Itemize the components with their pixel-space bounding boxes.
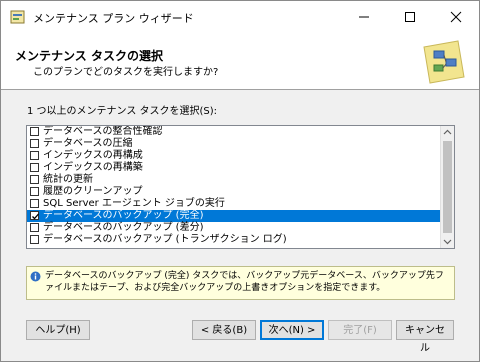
task-label: データベースのバックアップ (完全) [43,210,204,221]
close-icon [450,11,462,23]
vertical-scrollbar[interactable] [440,126,454,248]
task-checkbox[interactable] [30,223,39,232]
task-list-rows: データベースの整合性確認 データベースの圧縮 インデックスの再構成 インデックスの再構… [27,126,440,246]
task-list-item[interactable]: インデックスの再構成 [27,150,440,162]
task-description-panel: データベースのバックアップ (完全) タスクでは、バックアップ元データベース、バ… [26,266,455,300]
task-checkbox[interactable] [30,235,39,244]
task-label: インデックスの再構築 [43,162,143,173]
task-checkbox[interactable] [30,139,39,148]
wizard-illustration-icon [423,40,465,84]
wizard-header: メンテナンス タスクの選択 このプランでどのタスクを実行しますか? [1,33,479,90]
scroll-up-icon[interactable] [441,126,454,139]
maximize-icon [405,12,415,22]
page-subtitle: このプランでどのタスクを実行しますか? [33,67,219,78]
close-button[interactable] [433,1,479,33]
minimize-icon [359,16,369,18]
cancel-button[interactable]: キャンセル [396,320,454,354]
task-checkbox[interactable] [30,187,39,196]
task-list-item[interactable]: データベースのバックアップ (差分) [27,222,440,234]
scroll-down-icon[interactable] [441,235,454,248]
task-checklist[interactable]: データベースの整合性確認 データベースの圧縮 インデックスの再構成 インデックスの再構… [26,125,455,249]
checkmark-icon [32,213,39,220]
task-list-item[interactable]: インデックスの再構築 [27,162,440,174]
page-title: メンテナンス タスクの選択 [15,49,163,63]
task-list-item[interactable]: SQL Server エージェント ジョブの実行 [27,198,440,210]
task-checkbox[interactable] [30,127,39,136]
window-title: メンテナンス プラン ウィザード [33,12,194,25]
task-checkbox[interactable] [30,175,39,184]
finish-button[interactable]: 完了(F) [328,320,392,340]
task-label: SQL Server エージェント ジョブの実行 [43,198,225,209]
task-description-text: データベースのバックアップ (完全) タスクでは、バックアップ元データベース、バ… [45,271,444,293]
task-list-item[interactable]: データベースのバックアップ (トランザクション ログ) [27,234,440,246]
task-label: 統計の更新 [43,174,93,185]
task-label: インデックスの再構成 [43,150,143,161]
task-label: データベースのバックアップ (差分) [43,222,204,233]
back-button[interactable]: < 戻る(B) [192,320,256,340]
maintenance-plan-wizard-window: メンテナンス プラン ウィザード メンテナンス タスクの選択 このプランでどのタ… [0,0,480,362]
task-checkbox[interactable] [30,151,39,160]
help-button[interactable]: ヘルプ(H) [26,320,90,340]
task-list-item[interactable]: 統計の更新 [27,174,440,186]
task-list-item[interactable]: データベースの整合性確認 [27,126,440,138]
task-list-item[interactable]: データベースのバックアップ (完全) [27,210,440,222]
wizard-app-icon [10,10,25,24]
task-checkbox[interactable] [30,199,39,208]
task-label: データベースの圧縮 [43,138,133,149]
task-list-item[interactable]: 履歴のクリーンアップ [27,186,440,198]
task-label: 履歴のクリーンアップ [43,186,143,197]
task-checkbox[interactable] [30,163,39,172]
task-label: データベースの整合性確認 [43,126,163,137]
scrollbar-thumb[interactable] [443,141,452,233]
title-bar: メンテナンス プラン ウィザード [1,1,479,33]
task-select-label: 1 つ以上のメンテナンス タスクを選択(S): [27,106,218,117]
task-checkbox[interactable] [30,211,39,220]
task-label: データベースのバックアップ (トランザクション ログ) [43,234,287,245]
info-icon [30,271,41,282]
task-list-item[interactable]: データベースの圧縮 [27,138,440,150]
minimize-button[interactable] [341,1,387,33]
next-button[interactable]: 次へ(N) > [260,320,324,340]
maximize-button[interactable] [387,1,433,33]
